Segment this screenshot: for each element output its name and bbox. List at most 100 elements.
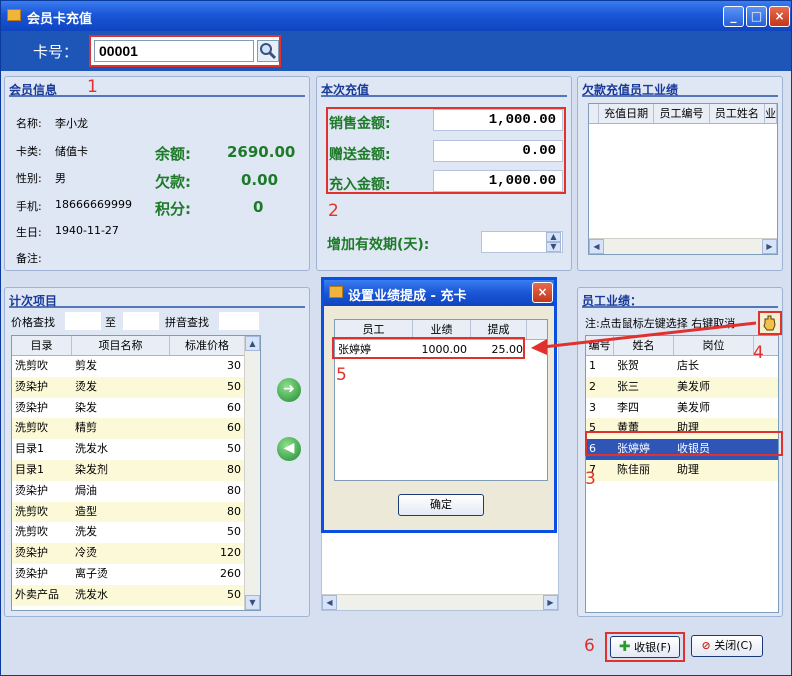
item-row[interactable]: 外卖产品 洗发水 50 bbox=[12, 584, 245, 606]
spinner-up-icon[interactable]: ▲ bbox=[546, 232, 561, 242]
item-name-cell: 离子烫 bbox=[75, 566, 108, 580]
item-name-cell: 烫发 bbox=[75, 379, 97, 393]
scroll-left-icon[interactable]: ◀ bbox=[589, 239, 604, 254]
arrears-panel: 欠款充值员工业绩 充值日期 员工编号 员工姓名 业 ◀ ▶ bbox=[577, 76, 783, 271]
item-category-cell: 洗剪吹 bbox=[15, 421, 48, 435]
item-row[interactable]: 烫染护 焗油 80 bbox=[12, 481, 245, 502]
item-name-cell: 冷烫 bbox=[75, 546, 97, 560]
points-label: 积分: bbox=[155, 200, 191, 218]
balance-label: 余额: bbox=[155, 145, 191, 163]
item-price-cell: 50 bbox=[227, 442, 241, 456]
selected-staff-highlight bbox=[585, 431, 783, 456]
item-category-cell: 目录1 bbox=[15, 442, 44, 456]
staff-row[interactable]: 7 陈佳丽 助理 bbox=[586, 459, 778, 481]
item-category-cell: 烫染护 bbox=[15, 546, 48, 560]
staff-header: 员工业绩： bbox=[582, 292, 778, 308]
pinyin-search-label: 拼音查找 bbox=[165, 316, 209, 329]
items-col-price: 标准价格 bbox=[170, 336, 245, 355]
close-button-label: 关闭(C) bbox=[714, 639, 753, 652]
marker-3: 3 bbox=[585, 469, 596, 489]
staff-row[interactable]: 1 张贺 店长 bbox=[586, 356, 778, 377]
staff-id-cell: 1 bbox=[589, 359, 596, 372]
item-name-cell: 洗发 bbox=[75, 525, 97, 539]
item-price-cell: 120 bbox=[220, 546, 241, 560]
item-row[interactable]: 洗剪吹 造型 80 bbox=[12, 501, 245, 523]
add-item-arrow-icon[interactable]: ➜ bbox=[277, 378, 301, 402]
staff-role-cell: 助理 bbox=[677, 462, 699, 476]
item-price-cell: 60 bbox=[227, 400, 241, 414]
cashier-button-highlight: ✚ 收银(F) bbox=[605, 632, 685, 662]
hand-pointer-icon[interactable] bbox=[760, 313, 780, 333]
scroll-up-icon[interactable]: ▲ bbox=[245, 336, 260, 351]
scroll-left-icon[interactable]: ◀ bbox=[322, 595, 337, 610]
items-vscroll[interactable]: ▲ ▼ bbox=[244, 336, 260, 610]
item-row[interactable]: 烫染护 染发 60 bbox=[12, 398, 245, 419]
dialog-title: 设置业绩提成 - 充卡 bbox=[348, 289, 467, 304]
spinner-down-icon[interactable]: ▼ bbox=[546, 242, 561, 252]
middle-hscroll[interactable]: ◀ ▶ bbox=[322, 594, 558, 610]
item-category-cell: 洗剪吹 bbox=[15, 525, 48, 539]
marker-1: 1 bbox=[87, 77, 98, 97]
item-category-cell: 目录1 bbox=[15, 462, 44, 476]
item-row[interactable]: 洗剪吹 精剪 60 bbox=[12, 418, 245, 440]
close-window-button[interactable]: × bbox=[769, 6, 790, 27]
staff-button-highlight bbox=[758, 311, 782, 335]
dialog-ok-button[interactable]: 确定 bbox=[398, 494, 484, 516]
item-price-cell: 80 bbox=[227, 483, 241, 497]
item-price-cell: 260 bbox=[220, 566, 241, 580]
debt-label: 欠款: bbox=[155, 173, 191, 191]
staff-name-cell: 李四 bbox=[617, 400, 639, 414]
staff-role-cell: 美发师 bbox=[677, 400, 710, 414]
marker-2: 2 bbox=[328, 201, 339, 221]
magnifier-icon bbox=[260, 43, 277, 60]
item-name-cell: 洗发水 bbox=[75, 587, 108, 601]
scroll-down-icon[interactable]: ▼ bbox=[245, 595, 260, 610]
item-price-cell: 80 bbox=[227, 462, 241, 476]
item-row[interactable]: 目录1 染发剂 80 bbox=[12, 459, 245, 481]
item-row[interactable]: 烫染护 离子烫 260 bbox=[12, 564, 245, 585]
member-info-panel: 会员信息 名称: 李小龙 卡类: 储值卡 性别: 男 手机: 186666699… bbox=[4, 76, 310, 271]
balance-value: 2690.00 bbox=[227, 143, 296, 161]
card-number-input[interactable] bbox=[94, 40, 254, 62]
item-name-cell: 洗发水 bbox=[75, 442, 108, 456]
marker-5: 5 bbox=[336, 365, 347, 385]
item-row[interactable]: 烫染护 冷烫 120 bbox=[12, 543, 245, 564]
arrears-grid[interactable]: 充值日期 员工编号 员工姓名 业 ◀ ▶ bbox=[588, 103, 778, 255]
price-from-input[interactable] bbox=[65, 312, 101, 330]
search-button[interactable] bbox=[257, 40, 279, 62]
price-to-input[interactable] bbox=[123, 312, 159, 330]
item-name-cell: 精剪 bbox=[75, 421, 97, 435]
item-name-cell: 焗油 bbox=[75, 483, 97, 497]
phone-value: 18666669999 bbox=[55, 198, 132, 211]
item-row[interactable]: 洗剪吹 洗发 50 bbox=[12, 522, 245, 543]
items-col-name: 项目名称 bbox=[72, 336, 170, 355]
cashier-button[interactable]: ✚ 收银(F) bbox=[610, 636, 680, 658]
staff-row[interactable]: 2 张三 美发师 bbox=[586, 376, 778, 398]
item-category-cell: 烫染护 bbox=[15, 379, 48, 393]
remove-item-arrow-icon[interactable]: ◀ bbox=[277, 437, 301, 461]
scroll-right-icon[interactable]: ▶ bbox=[762, 239, 777, 254]
member-name-label: 名称: bbox=[16, 117, 42, 130]
to-label: 至 bbox=[105, 316, 116, 329]
item-category-cell: 洗剪吹 bbox=[15, 359, 48, 372]
recharge-window: 会员卡充值 _ □ × 卡号： 会员信息 名称: 李小龙 卡类: 储值卡 性别:… bbox=[0, 0, 792, 676]
item-row[interactable]: 目录1 洗发水 50 bbox=[12, 439, 245, 460]
item-category-cell: 洗剪吹 bbox=[15, 504, 48, 518]
item-row[interactable]: 烫染护 烫发 50 bbox=[12, 376, 245, 398]
close-button[interactable]: ⊘ 关闭(C) bbox=[691, 635, 763, 657]
staff-body: 1 张贺 店长 2 张三 美发师 3 李四 美发师 5 黄蕾 助理 6 张婷婷 收银员 7 陈佳丽 助理 bbox=[586, 356, 778, 481]
item-row[interactable]: 洗剪吹 剪发 30 bbox=[12, 356, 245, 377]
pinyin-search-input[interactable] bbox=[219, 312, 259, 330]
staff-id-cell: 2 bbox=[589, 379, 596, 393]
dialog-close-button[interactable]: × bbox=[532, 282, 553, 303]
item-name-cell: 造型 bbox=[75, 504, 97, 518]
commission-dialog: 设置业绩提成 - 充卡 × 员工 业绩 提成 张婷婷 1000.00 25.00… bbox=[321, 277, 557, 533]
items-grid[interactable]: 目录 项目名称 标准价格 洗剪吹 剪发 30 烫染护 烫发 50 烫染护 染发 60 洗剪吹 精剪 6… bbox=[11, 335, 261, 611]
staff-row[interactable]: 3 李四 美发师 bbox=[586, 398, 778, 419]
scroll-right-icon[interactable]: ▶ bbox=[543, 595, 558, 610]
staff-name-cell: 陈佳丽 bbox=[617, 462, 650, 476]
maximize-button[interactable]: □ bbox=[746, 6, 767, 27]
minimize-button[interactable]: _ bbox=[723, 6, 744, 27]
staff-grid[interactable]: 编号 姓名 岗位 1 张贺 店长 2 张三 美发师 3 李四 美发师 5 黄蕾 助理 6 张婷婷 收银员 7 陈… bbox=[585, 335, 779, 613]
arrears-hscroll[interactable]: ◀ ▶ bbox=[589, 238, 777, 254]
